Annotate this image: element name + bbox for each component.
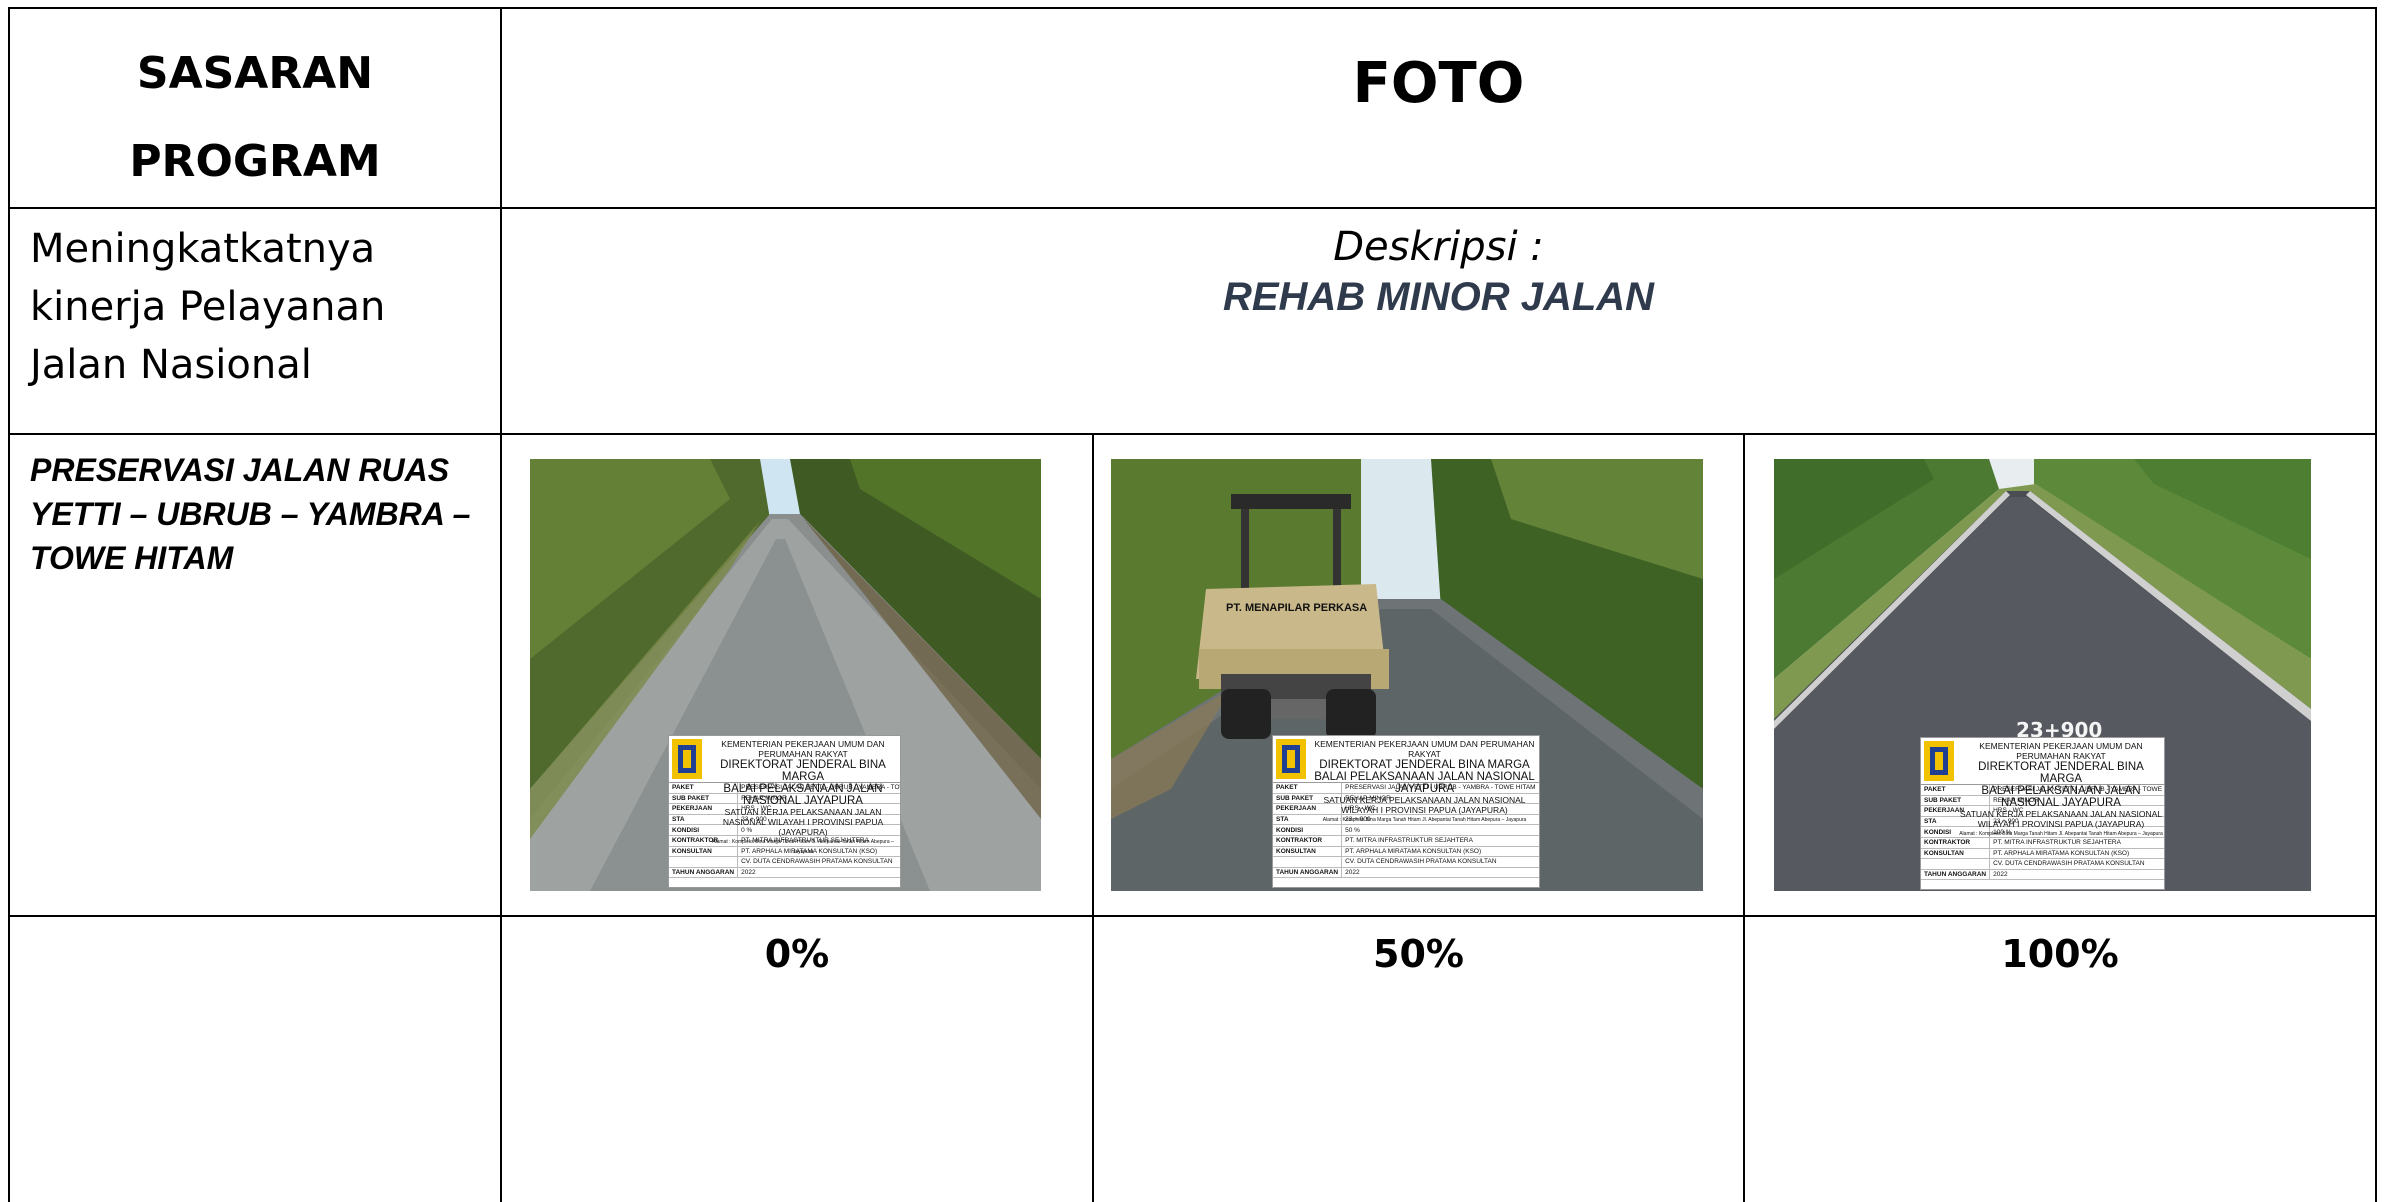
target-line-2: kinerja Pelayanan xyxy=(30,284,386,330)
description-label: Deskripsi : xyxy=(1333,224,1544,270)
table-border-col1 xyxy=(500,7,502,1202)
header-program-line: PROGRAM xyxy=(129,136,381,187)
header-sasaran-line: SASARAN xyxy=(136,48,374,99)
board-key: KONTRAKTOR xyxy=(1921,837,1991,849)
board-value: PT. ARPHALA MIRATAMA KONSULTAN (KSO) xyxy=(1989,848,2164,860)
board-value: PT. ARPHALA MIRATAMA KONSULTAN (KSO) xyxy=(1341,846,1539,858)
header-foto: FOTO xyxy=(1352,51,1525,116)
board-row: KONSULTAN PT. ARPHALA MIRATAMA KONSULTAN … xyxy=(1921,848,2164,860)
board-key: KONSULTAN xyxy=(1273,846,1343,858)
target-text: Meningkatkatnya kinerja Pelayanan Jalan … xyxy=(30,220,490,394)
progress-label-100: 100% xyxy=(2001,932,2119,976)
description-value: REHAB MINOR JALAN xyxy=(1222,275,1655,319)
board-key xyxy=(669,856,739,868)
board-header: KEMENTERIAN PEKERJAAN UMUM DAN PERUMAHAN… xyxy=(1273,736,1539,823)
board-row: KONTRAKTOR PT. MITRA INFRASTRUKTUR SEJAHT… xyxy=(1273,835,1539,847)
description-block: Deskripsi : REHAB MINOR JALAN xyxy=(502,222,2375,322)
project-title: PRESERVASI JALAN RUAS YETTI – UBRUB – YA… xyxy=(30,448,495,580)
board-row: TAHUN ANGGARAN 2022 xyxy=(1273,867,1539,879)
roller-label: PT. MENAPILAR PERKASA xyxy=(1226,602,1367,614)
board-key xyxy=(1921,858,1991,870)
board-value: CV. DUTA CENDRAWASIH PRATAMA KONSULTAN xyxy=(1989,858,2164,870)
progress-label-0: 0% xyxy=(764,932,830,976)
board-key: TAHUN ANGGARAN xyxy=(669,867,739,879)
document-page: SASARAN PROGRAM FOTO Meningkatkatnya kin… xyxy=(0,0,2385,1202)
target-line-1: Meningkatkatnya xyxy=(30,226,376,272)
board-key: TAHUN ANGGARAN xyxy=(1921,869,1991,881)
board-header: KEMENTERIAN PEKERJAAN UMUM DAN PERUMAHAN… xyxy=(1921,738,2164,837)
board-row: KONTRAKTOR PT. MITRA INFRASTRUKTUR SEJAHT… xyxy=(1921,837,2164,849)
info-board: KEMENTERIAN PEKERJAAN UMUM DAN PERUMAHAN… xyxy=(1920,737,2165,890)
board-value: PT. MITRA INFRASTRUKTUR SEJAHTERA xyxy=(1989,837,2164,849)
board-key: KONSULTAN xyxy=(1921,848,1991,860)
progress-label-50: 50% xyxy=(1373,932,1464,976)
target-line-3: Jalan Nasional xyxy=(30,342,312,388)
board-org2: DIREKTORAT JENDERAL BINA MARGA xyxy=(720,759,886,783)
board-key xyxy=(1273,856,1343,868)
board-value: 50 % xyxy=(1341,824,1539,836)
board-row: CV. DUTA CENDRAWASIH PRATAMA KONSULTAN xyxy=(1273,856,1539,868)
project-line-2: YETTI – UBRUB – YAMBRA – xyxy=(30,496,471,532)
board-row: KONSULTAN PT. ARPHALA MIRATAMA KONSULTAN … xyxy=(1273,846,1539,858)
board-row: KONDISI 50 % xyxy=(1273,824,1539,836)
project-line-3: TOWE HITAM xyxy=(30,540,234,576)
table-border-right xyxy=(2375,7,2377,1202)
board-value: 2022 xyxy=(1989,869,2164,881)
board-key: KONTRAKTOR xyxy=(1273,835,1343,847)
board-row: TAHUN ANGGARAN 2022 xyxy=(1921,869,2164,881)
board-org3: BALAI PELAKSANAAN JALAN NASIONAL JAYAPUR… xyxy=(1314,771,1535,795)
board-org4: SATUAN KERJA PELAKSANAAN JALAN NASIONAL … xyxy=(722,807,884,837)
board-org2: DIREKTORAT JENDERAL BINA MARGA xyxy=(1978,761,2144,785)
pupr-logo-icon xyxy=(1924,741,1954,781)
board-org4: SATUAN KERJA PELAKSANAAN JALAN NASIONAL … xyxy=(1959,809,2163,829)
project-line-1: PRESERVASI JALAN RUAS xyxy=(30,452,450,488)
board-org2: DIREKTORAT JENDERAL BINA MARGA xyxy=(1319,759,1530,771)
board-value: PT. MITRA INFRASTRUKTUR SEJAHTERA xyxy=(1341,835,1539,847)
board-value: 2022 xyxy=(737,867,900,879)
pupr-logo-icon xyxy=(672,739,702,779)
board-key: KONDISI xyxy=(1273,824,1343,836)
board-row: CV. DUTA CENDRAWASIH PRATAMA KONSULTAN xyxy=(1921,858,2164,870)
header-sasaran-program: SASARAN PROGRAM xyxy=(10,30,500,206)
table-border-row1 xyxy=(8,207,2377,209)
table-border-row2 xyxy=(8,433,2377,435)
info-board: KEMENTERIAN PEKERJAAN UMUM DAN PERUMAHAN… xyxy=(668,735,901,888)
board-org1: KEMENTERIAN PEKERJAAN UMUM DAN PERUMAHAN… xyxy=(1314,739,1535,759)
table-border-top xyxy=(8,7,2377,9)
board-value: CV. DUTA CENDRAWASIH PRATAMA KONSULTAN xyxy=(737,856,900,868)
pupr-logo-icon xyxy=(1276,739,1306,779)
board-org1: KEMENTERIAN PEKERJAAN UMUM DAN PERUMAHAN… xyxy=(721,739,885,759)
board-org1: KEMENTERIAN PEKERJAAN UMUM DAN PERUMAHAN… xyxy=(1979,741,2143,761)
board-key: TAHUN ANGGARAN xyxy=(1273,867,1343,879)
board-header: KEMENTERIAN PEKERJAAN UMUM DAN PERUMAHAN… xyxy=(669,736,900,855)
board-address: Alamat : Kompleks Bina Marga Tanah Hitam… xyxy=(1959,831,2163,837)
board-value: CV. DUTA CENDRAWASIH PRATAMA KONSULTAN xyxy=(1341,856,1539,868)
table-border-row3 xyxy=(8,915,2377,917)
table-border-col2 xyxy=(1092,433,1094,1202)
board-row: CV. DUTA CENDRAWASIH PRATAMA KONSULTAN xyxy=(669,856,900,868)
board-row: TAHUN ANGGARAN 2022 xyxy=(669,867,900,879)
table-border-col3 xyxy=(1743,433,1745,1202)
info-board: KEMENTERIAN PEKERJAAN UMUM DAN PERUMAHAN… xyxy=(1272,735,1540,888)
board-value: 2022 xyxy=(1341,867,1539,879)
